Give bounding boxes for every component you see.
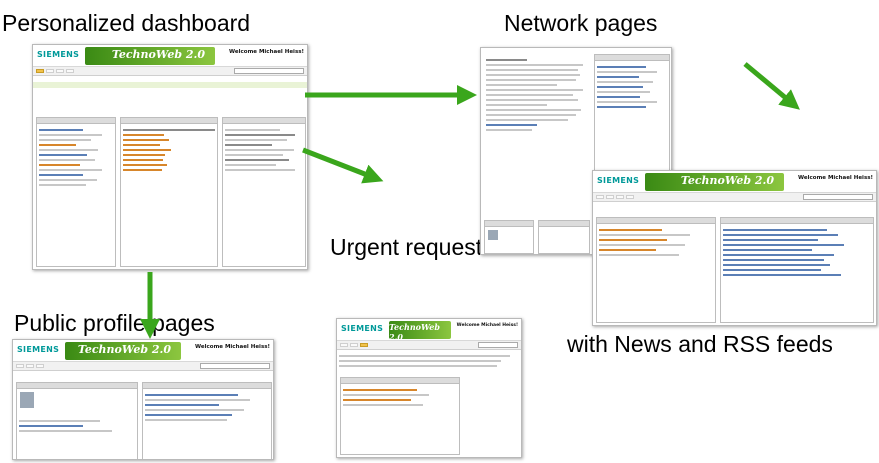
arrow-to-urgent-requests — [302, 147, 384, 184]
flow-arrows — [140, 62, 800, 339]
arrow-to-news-rss — [743, 62, 800, 110]
